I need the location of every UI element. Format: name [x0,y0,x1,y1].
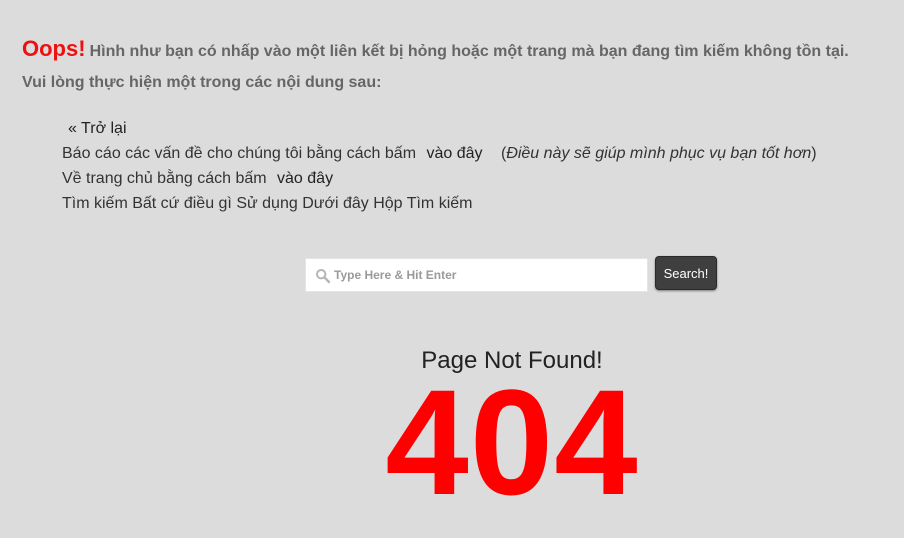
error-code: 404 [385,358,639,526]
not-found-area: Page Not Found! 404 [0,0,904,538]
error-page: Oops! Hình như bạn có nhấp vào một liên k… [0,0,904,538]
